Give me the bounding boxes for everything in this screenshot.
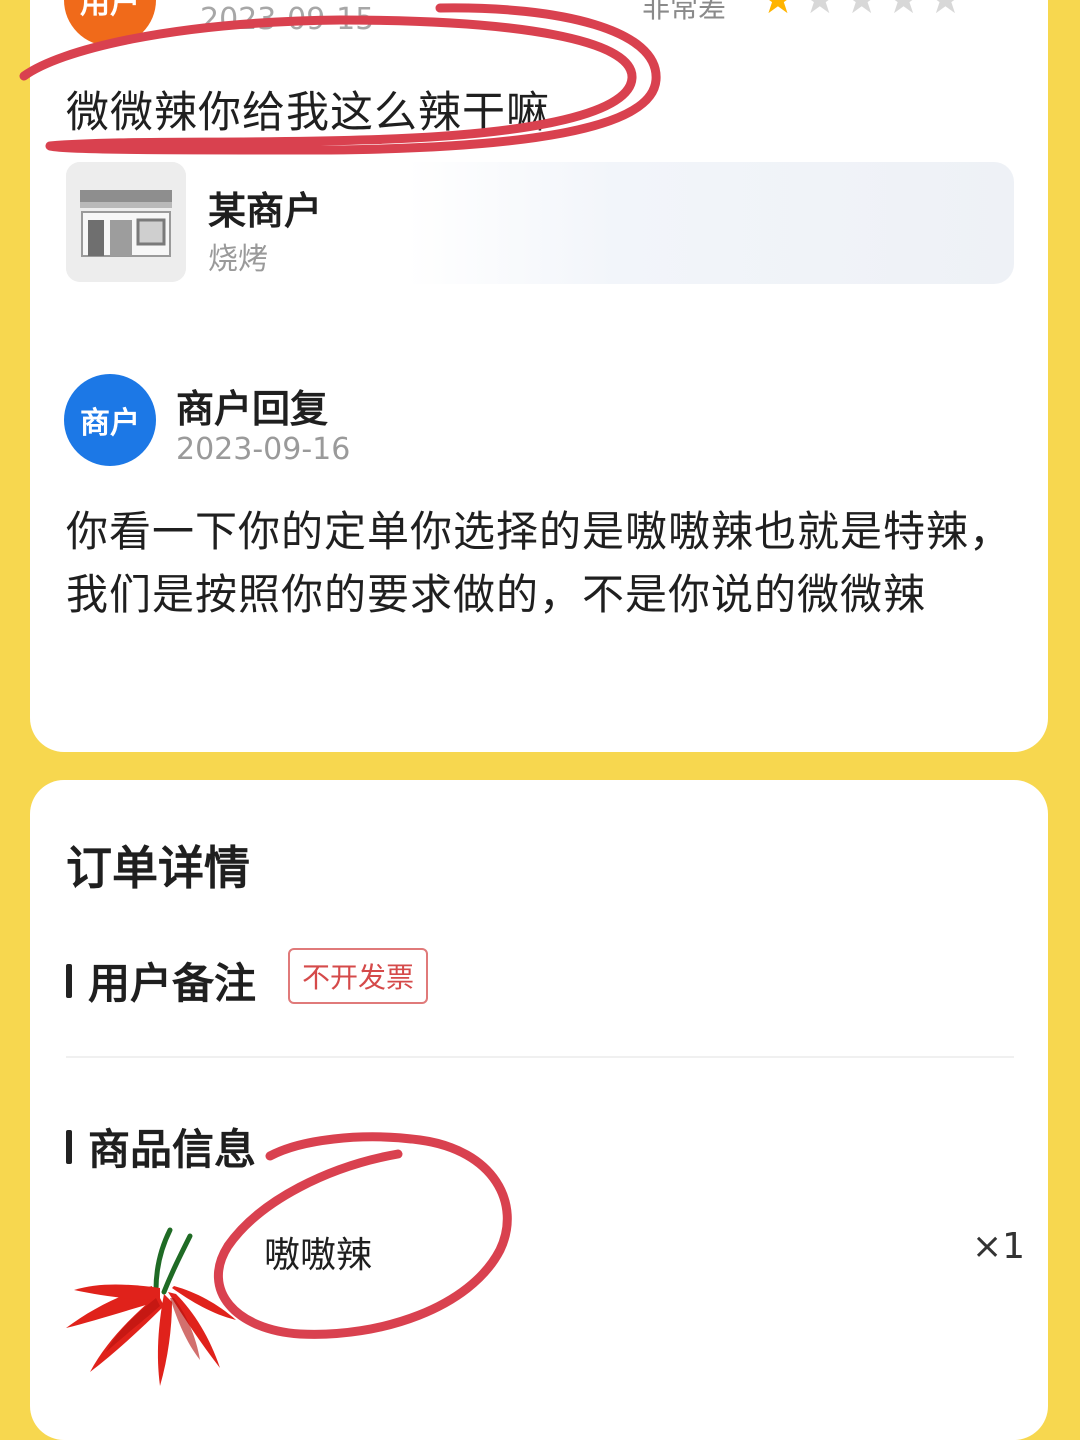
goods-label: 商品信息 <box>88 1125 257 1174</box>
review-date: 2023-09-15 <box>200 2 375 37</box>
remark-section-title: 用户备注 <box>66 950 256 1011</box>
reply-title: 商户回复 <box>176 387 329 431</box>
divider <box>66 1056 1014 1058</box>
storefront-icon <box>66 162 186 282</box>
order-title: 订单详情 <box>66 841 250 895</box>
product-name: 嗷嗷辣 <box>264 1235 373 1276</box>
remark-tag: 不开发票 <box>288 948 429 1004</box>
star-icon: ★ <box>760 0 796 23</box>
reply-date: 2023-09-16 <box>176 432 351 467</box>
shop-name: 某商户 <box>208 189 323 233</box>
star-rating: ★ ★ ★ ★ ★ <box>760 0 963 20</box>
star-icon: ★ <box>885 0 922 23</box>
review-card: 用户 2023-09-15 非常差 ★ ★ ★ ★ ★ 微微辣你给我这么辣干嘛 … <box>30 0 1048 752</box>
merchant-avatar: 商户 <box>64 374 156 466</box>
star-icon: ★ <box>927 0 964 23</box>
remark-label: 用户备注 <box>88 959 257 1008</box>
user-avatar[interactable]: 用户 <box>64 0 156 46</box>
reply-text: 你看一下你的定单你选择的是嗷嗷辣也就是特辣，我们是按照你的要求做的，不是你说的微… <box>66 507 1013 619</box>
section-marker <box>66 1129 72 1164</box>
shop-link[interactable]: 某商户 烧烤 <box>66 162 1014 284</box>
chili-peppers-icon[interactable] <box>60 1210 240 1390</box>
product-quantity: ×1 <box>972 1226 1026 1267</box>
rating-label: 非常差 <box>642 0 727 24</box>
review-text: 微微辣你给我这么辣干嘛 <box>66 88 550 138</box>
shop-category: 烧烤 <box>208 242 268 277</box>
order-card: 订单详情 用户备注 不开发票 商品信息 嗷嗷辣 ×1 <box>30 780 1048 1440</box>
star-icon: ★ <box>801 0 838 23</box>
star-icon: ★ <box>843 0 880 23</box>
section-marker <box>66 963 72 998</box>
goods-section-title: 商品信息 <box>66 1116 256 1177</box>
